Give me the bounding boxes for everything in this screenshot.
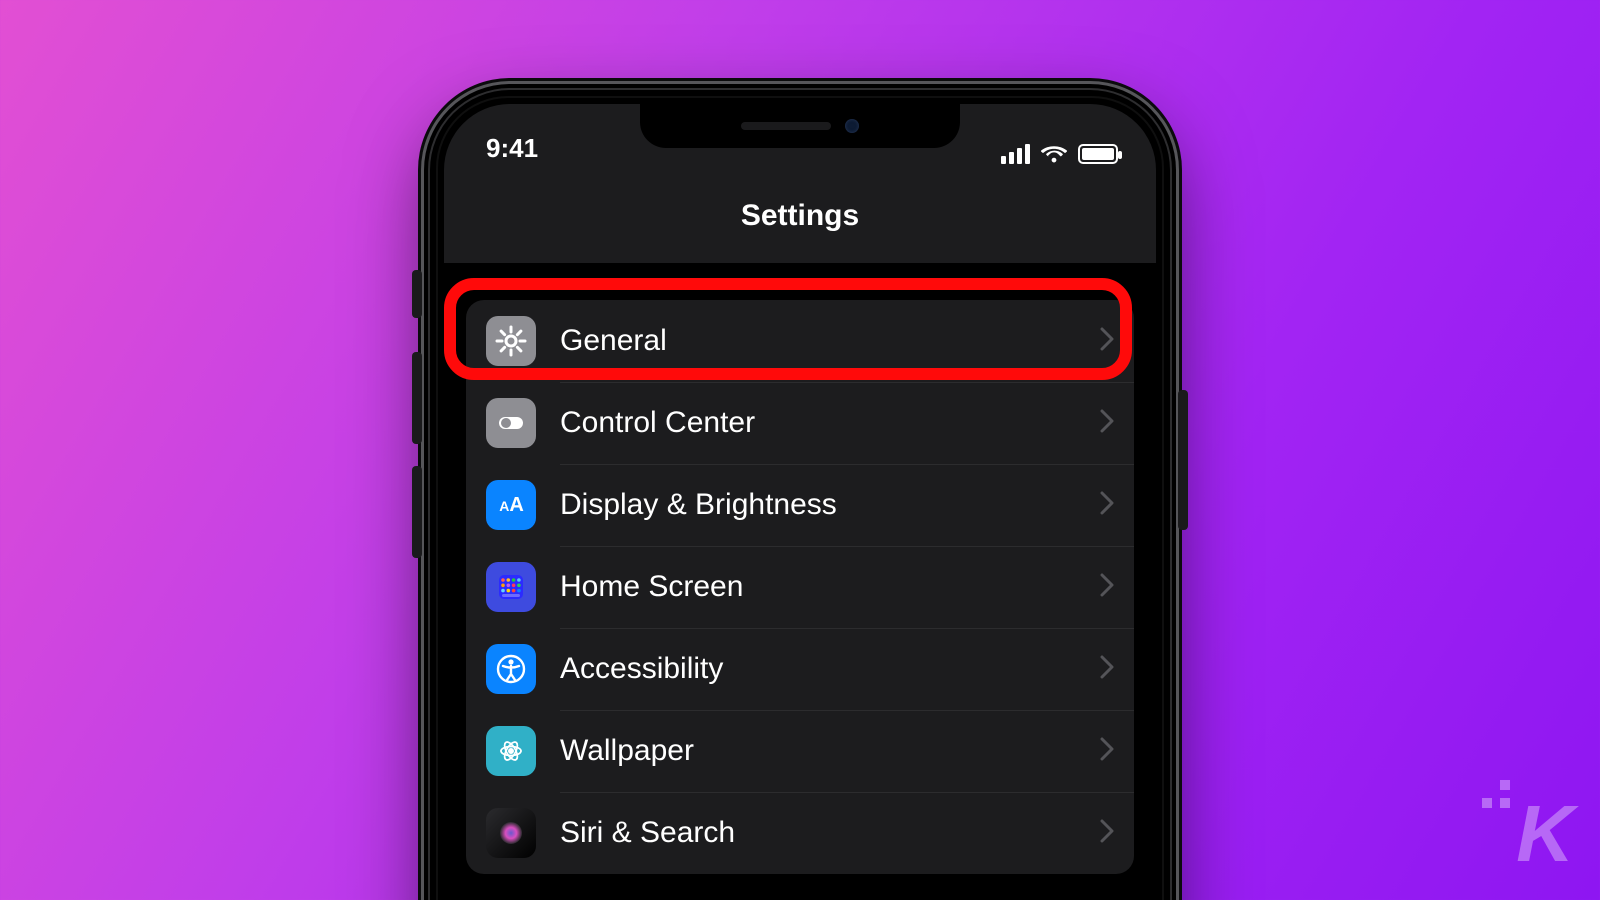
- phone-frame: 9:41 Settings General Control Center AA Dis…: [430, 90, 1170, 900]
- accessibility-icon: [486, 644, 536, 694]
- chevron-right-icon: [1100, 409, 1114, 438]
- screen: 9:41 Settings General Control Center AA Dis…: [444, 104, 1156, 900]
- cellular-signal-icon: [1001, 144, 1030, 164]
- notch: [640, 104, 960, 148]
- navbar: Settings: [444, 168, 1156, 264]
- wifi-icon: [1040, 144, 1068, 164]
- settings-row-label: Control Center: [560, 406, 1076, 440]
- settings-row-wallpaper[interactable]: Wallpaper: [466, 710, 1134, 792]
- mute-switch[interactable]: [412, 270, 422, 318]
- earpiece-speaker: [741, 122, 831, 130]
- chevron-right-icon: [1100, 737, 1114, 766]
- settings-group: General Control Center AA Display & Brightn…: [466, 300, 1134, 874]
- battery-icon: [1078, 144, 1118, 164]
- page-title: Settings: [741, 199, 859, 233]
- settings-row-label: General: [560, 324, 1076, 358]
- text-size-icon: AA: [486, 480, 536, 530]
- chevron-right-icon: [1100, 655, 1114, 684]
- volume-up-button[interactable]: [412, 352, 422, 444]
- settings-row-label: Wallpaper: [560, 734, 1076, 768]
- settings-row-label: Siri & Search: [560, 816, 1076, 850]
- settings-row-home-screen[interactable]: Home Screen: [466, 546, 1134, 628]
- status-time: 9:41: [486, 133, 538, 164]
- settings-list[interactable]: General Control Center AA Display & Brightn…: [444, 264, 1156, 900]
- settings-row-label: Display & Brightness: [560, 488, 1076, 522]
- flower-icon: [486, 726, 536, 776]
- settings-row-display-brightness[interactable]: AA Display & Brightness: [466, 464, 1134, 546]
- chevron-right-icon: [1100, 327, 1114, 356]
- home-grid-icon: [486, 562, 536, 612]
- chevron-right-icon: [1100, 491, 1114, 520]
- settings-row-control-center[interactable]: Control Center: [466, 382, 1134, 464]
- settings-row-accessibility[interactable]: Accessibility: [466, 628, 1134, 710]
- watermark: K: [1516, 788, 1570, 880]
- volume-down-button[interactable]: [412, 466, 422, 558]
- gear-icon: [486, 316, 536, 366]
- settings-row-label: Home Screen: [560, 570, 1076, 604]
- front-camera: [845, 119, 859, 133]
- siri-icon: [486, 808, 536, 858]
- settings-row-siri-search[interactable]: Siri & Search: [466, 792, 1134, 874]
- switch-icon: [486, 398, 536, 448]
- chevron-right-icon: [1100, 819, 1114, 848]
- chevron-right-icon: [1100, 573, 1114, 602]
- power-button[interactable]: [1178, 390, 1188, 530]
- settings-row-general[interactable]: General: [466, 300, 1134, 382]
- settings-row-label: Accessibility: [560, 652, 1076, 686]
